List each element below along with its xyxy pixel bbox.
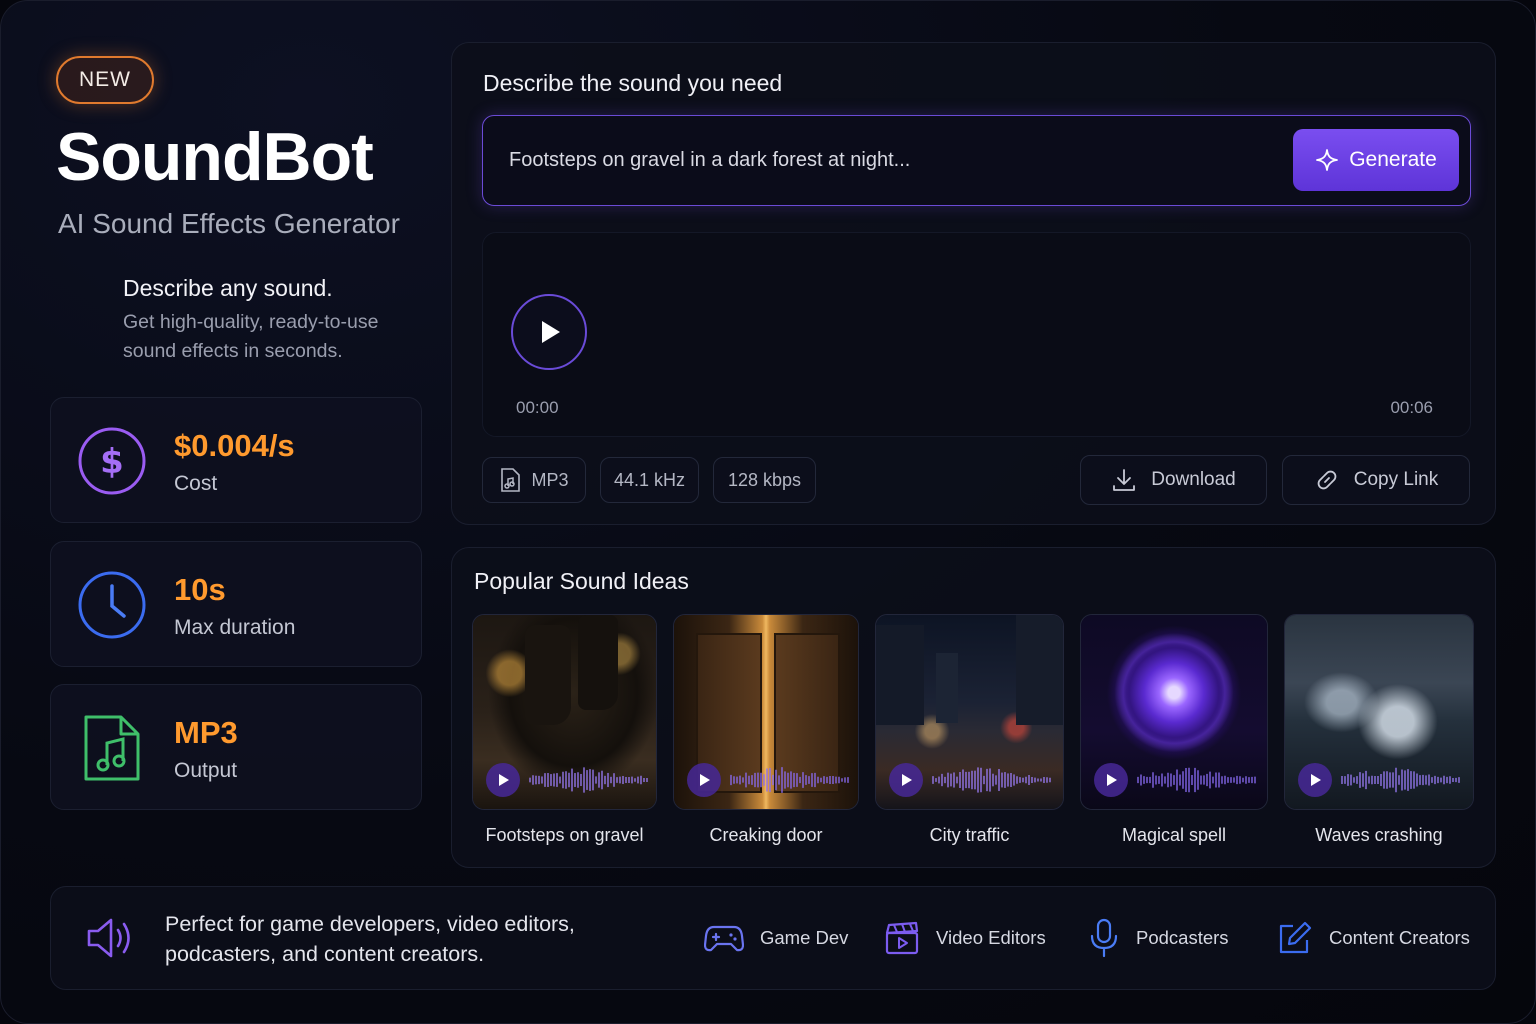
time-total: 00:06 (1390, 398, 1433, 417)
edit-icon (1279, 921, 1312, 954)
gamepad-icon (704, 925, 744, 952)
idea-label: Footsteps on gravel (485, 825, 644, 845)
play-button[interactable] (486, 763, 520, 797)
download-button[interactable]: Download (1080, 455, 1267, 505)
prompt-input[interactable]: Footsteps on gravel in a dark forest at … (482, 115, 1471, 206)
audience-label: Content Creators (1329, 927, 1470, 948)
ideas-title: Popular Sound Ideas (474, 568, 689, 594)
generate-label: Generate (1349, 148, 1437, 171)
bitrate-chip: 128 kbps (713, 457, 816, 503)
sample-rate: 44.1 kHz (613, 469, 686, 490)
prompt-text[interactable]: Footsteps on gravel in a dark forest at … (509, 149, 910, 172)
app-title: SoundBot (56, 119, 374, 195)
generate-button[interactable]: Generate (1293, 129, 1459, 191)
waveform (1341, 767, 1460, 793)
stat-value: $0.004/s (174, 428, 295, 463)
audience-label: Podcasters (1136, 927, 1229, 948)
soundwave-icon (60, 272, 108, 324)
app-subtitle: AI Sound Effects Generator (58, 208, 400, 239)
link-icon (1317, 470, 1337, 490)
waveform (730, 767, 849, 793)
play-icon (1107, 774, 1117, 786)
music-file-icon (501, 468, 521, 492)
play-button[interactable] (1094, 763, 1128, 797)
play-icon (902, 774, 912, 786)
stat-card-cost: $ $0.004/s Cost (50, 397, 422, 523)
audience-video-editors: Video Editors (884, 918, 1046, 958)
idea-label: Waves crashing (1315, 825, 1443, 845)
copy-link-button[interactable]: Copy Link (1282, 455, 1470, 505)
waveform (529, 767, 648, 793)
play-button[interactable] (889, 763, 923, 797)
play-button[interactable] (1298, 763, 1332, 797)
stat-value: 10s (174, 572, 226, 607)
audience-content-creators: Content Creators (1277, 918, 1470, 958)
play-icon (1311, 774, 1321, 786)
format-chip: MP3 (482, 457, 586, 503)
microphone-icon (1090, 918, 1118, 958)
idea-card-traffic[interactable] (875, 614, 1064, 810)
download-label: Download (1151, 469, 1236, 490)
stat-value: MP3 (174, 715, 238, 750)
stat-card-duration: 10s Max duration (50, 541, 422, 667)
intro-title: Describe any sound. (123, 275, 333, 301)
time-current: 00:00 (516, 398, 559, 417)
clock-icon (78, 571, 146, 639)
stat-label: Max duration (174, 616, 296, 639)
audio-player: 00:00 00:06 (482, 232, 1471, 437)
intro-text: Get high-quality, ready-to-use sound eff… (123, 311, 379, 362)
sparkle-icon (1316, 149, 1339, 171)
speaker-icon (87, 918, 130, 958)
audience-label: Video Editors (936, 927, 1046, 948)
stat-card-output: MP3 Output (50, 684, 422, 810)
audience-podcasters: Podcasters (1088, 918, 1229, 958)
play-icon (700, 774, 710, 786)
play-button[interactable] (511, 294, 587, 370)
idea-label: Creaking door (709, 825, 823, 845)
audience-game-dev: Game Dev (704, 918, 848, 958)
dollar-icon: $ (78, 427, 146, 495)
idea-label: Magical spell (1121, 825, 1227, 845)
clapperboard-icon (885, 921, 919, 955)
audience-text: Perfect for game developers, video edito… (165, 912, 575, 966)
audience-label: Game Dev (760, 927, 849, 948)
bitrate: 128 kbps (727, 469, 802, 490)
music-file-icon (84, 715, 140, 781)
play-button[interactable] (687, 763, 721, 797)
play-icon (499, 774, 509, 786)
idea-card-door[interactable] (673, 614, 859, 810)
idea-card-spell[interactable] (1080, 614, 1268, 810)
format-type: MP3 (531, 469, 569, 490)
stat-label: Output (174, 759, 238, 782)
waveform (1137, 767, 1256, 793)
svg-text:$: $ (100, 442, 124, 482)
stat-label: Cost (174, 472, 218, 495)
idea-label: City traffic (929, 825, 1010, 845)
copy-link-label: Copy Link (1353, 469, 1439, 490)
new-badge: NEW (56, 56, 154, 104)
waveform (932, 767, 1051, 793)
generator-title: Describe the sound you need (483, 70, 783, 96)
play-icon (542, 321, 560, 343)
idea-card-waves[interactable] (1284, 614, 1474, 810)
waveform[interactable] (615, 251, 1395, 401)
sample-rate-chip: 44.1 kHz (600, 457, 699, 503)
download-icon (1113, 469, 1136, 491)
idea-card-footsteps[interactable] (472, 614, 657, 810)
